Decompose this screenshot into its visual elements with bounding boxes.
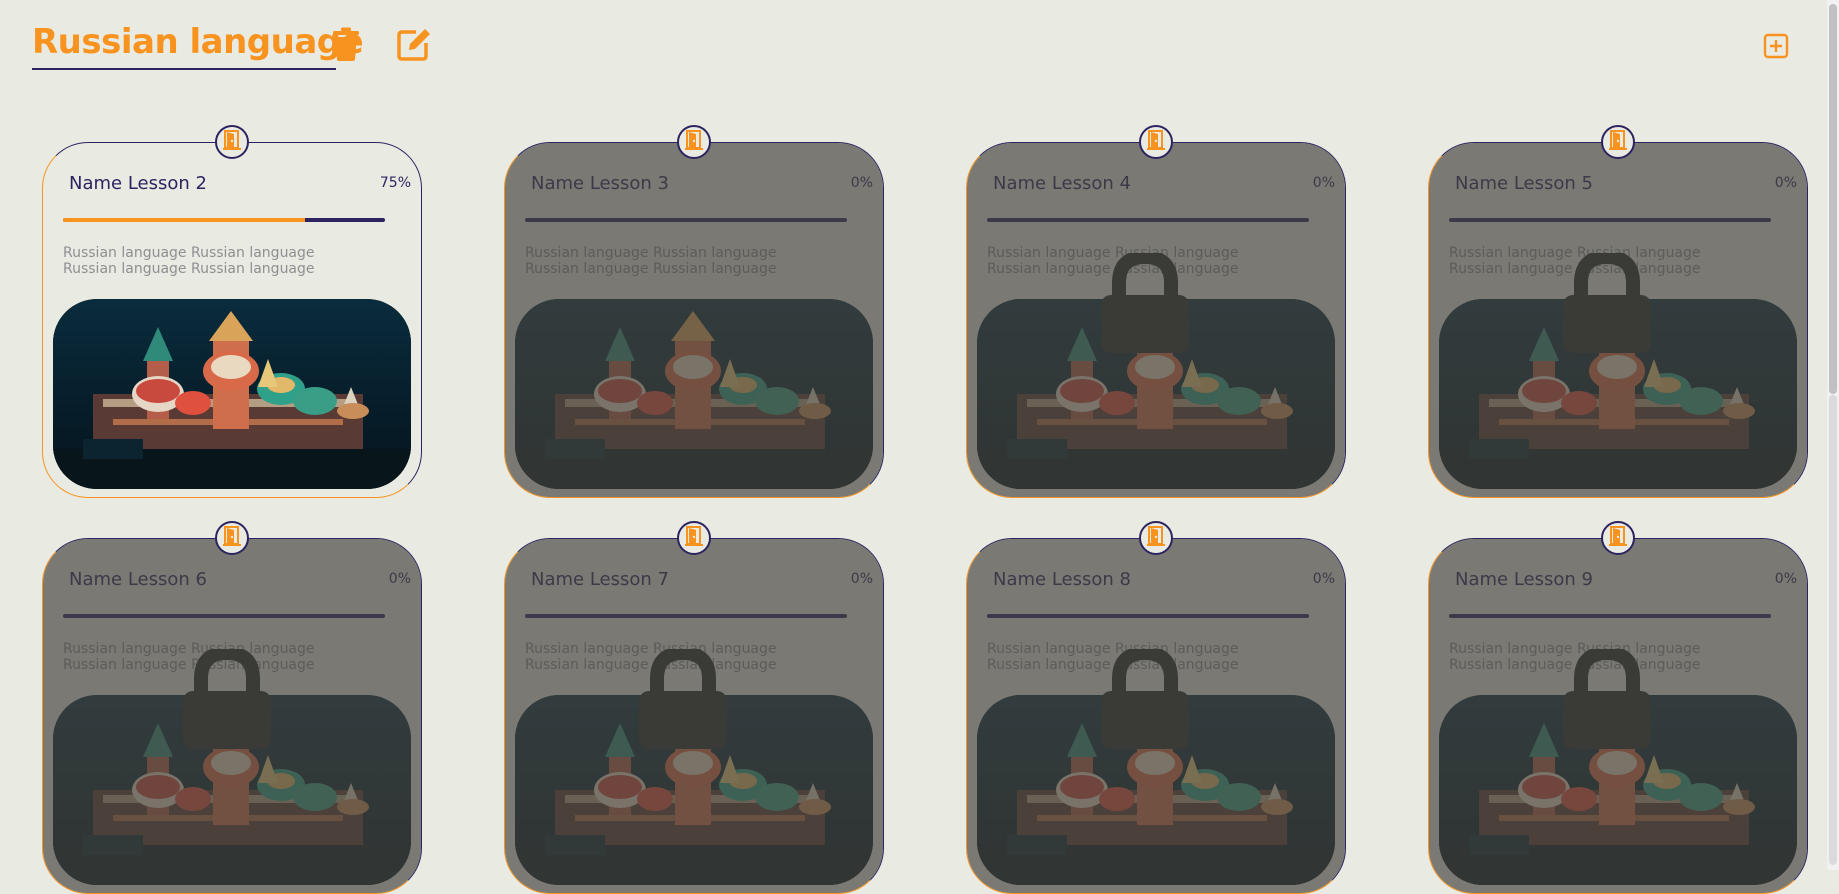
door-open-icon	[221, 525, 243, 551]
lesson-node-button[interactable]	[1601, 521, 1635, 555]
lesson-node-button[interactable]	[677, 125, 711, 159]
door-open-icon	[683, 129, 705, 155]
lesson-card[interactable]: Name Lesson 9 0% Russian language Russia…	[1428, 538, 1808, 894]
lesson-progress-fill	[63, 218, 305, 222]
course-title: Russian language	[32, 22, 364, 62]
lock-icon	[639, 645, 727, 749]
lock-icon	[1101, 645, 1189, 749]
lesson-card[interactable]: Name Lesson 8 0% Russian language Russia…	[966, 538, 1346, 894]
scrollbar-thumb[interactable]	[1829, 4, 1837, 394]
edit-icon	[397, 29, 430, 61]
door-open-icon	[1145, 129, 1167, 155]
lesson-node-button[interactable]	[1601, 125, 1635, 159]
lesson-node-button[interactable]	[1139, 521, 1173, 555]
door-open-icon	[1607, 129, 1629, 155]
cathedral-image	[53, 299, 411, 489]
lesson-progress-percent: 75%	[379, 175, 411, 191]
door-open-icon	[683, 525, 705, 551]
lesson-node-button[interactable]	[677, 521, 711, 555]
lesson-card[interactable]: Name Lesson 6 0% Russian language Russia…	[42, 538, 422, 894]
edit-course-button[interactable]	[394, 24, 434, 64]
plus-square-icon	[1763, 33, 1789, 59]
lesson-description: Russian language Russian language Russia…	[63, 245, 315, 277]
lesson-node-button[interactable]	[215, 521, 249, 555]
door-open-icon	[1607, 525, 1629, 551]
lock-icon	[183, 645, 271, 749]
lesson-node-button[interactable]	[215, 125, 249, 159]
lesson-image	[53, 299, 411, 489]
delete-course-button[interactable]	[326, 24, 366, 64]
lesson-card[interactable]: Name Lesson 4 0% Russian language Russia…	[966, 142, 1346, 498]
lock-icon	[1563, 249, 1651, 353]
door-open-icon	[221, 129, 243, 155]
add-lesson-button[interactable]	[1762, 32, 1790, 60]
title-underline	[32, 68, 336, 70]
lesson-progress-bar	[63, 218, 385, 222]
lesson-node-button[interactable]	[1139, 125, 1173, 159]
lesson-card[interactable]: Name Lesson 7 0% Russian language Russia…	[504, 538, 884, 894]
trash-icon	[333, 27, 359, 61]
lesson-card[interactable]: Name Lesson 3 0% Russian language Russia…	[504, 142, 884, 498]
lesson-card[interactable]: Name Lesson 2 75% Russian language Russi…	[42, 142, 422, 498]
lesson-name: Name Lesson 2	[69, 173, 207, 194]
door-open-icon	[1145, 525, 1167, 551]
lesson-card[interactable]: Name Lesson 5 0% Russian language Russia…	[1428, 142, 1808, 498]
page-scrollbar[interactable]	[1827, 0, 1839, 870]
lock-icon	[1563, 645, 1651, 749]
locked-overlay	[505, 143, 883, 497]
scrollbar-track-lower	[1829, 395, 1837, 865]
lock-icon	[1101, 249, 1189, 353]
